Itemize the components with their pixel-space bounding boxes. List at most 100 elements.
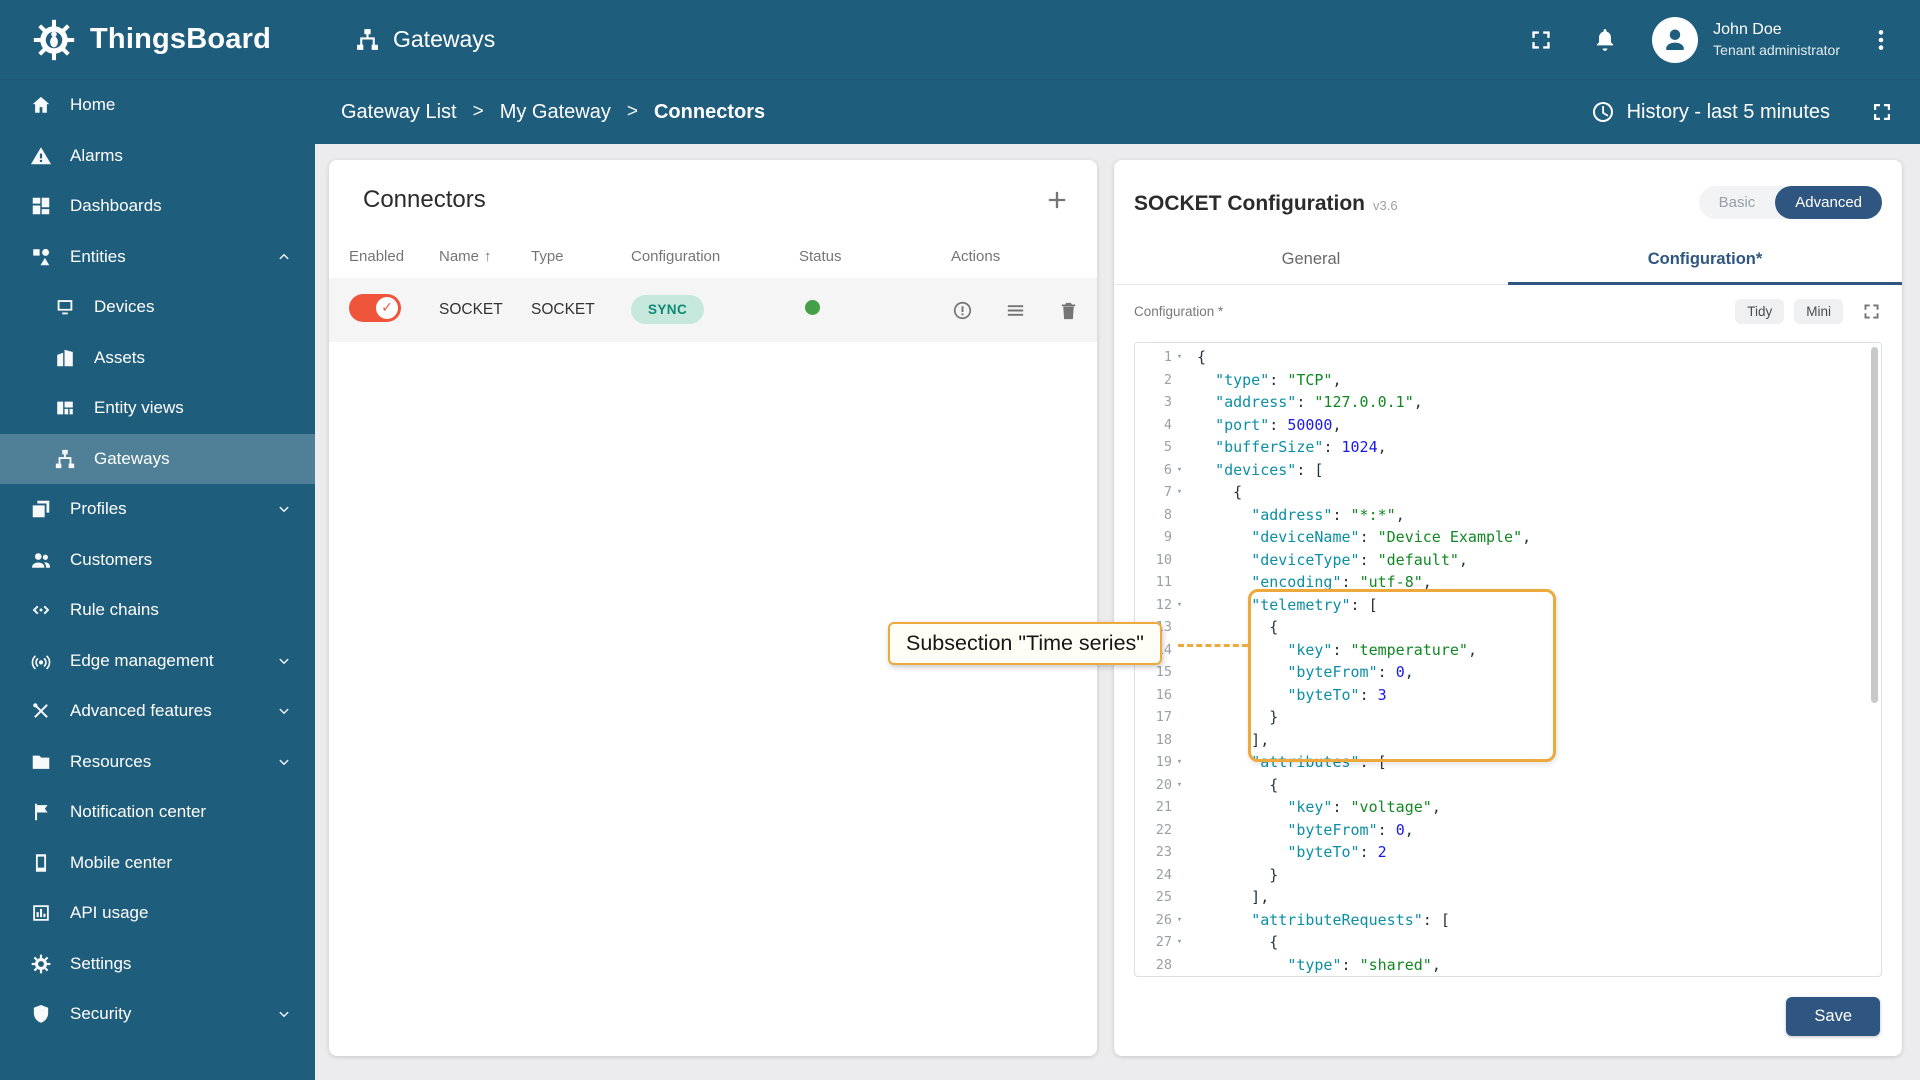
entities-icon [30, 246, 52, 268]
sidebar-item-rule-chains[interactable]: Rule chains [0, 585, 315, 636]
line-number: 26 ▾ [1135, 909, 1187, 932]
config-card-header: SOCKET Configuration v3.6 Basic Advanced [1114, 160, 1902, 224]
breadcrumb-separator: > [472, 101, 484, 122]
line-number: 2 [1163, 371, 1172, 388]
code-line-26: 26 ▾ "attributeRequests": [ [1135, 909, 1881, 932]
tab-general[interactable]: General [1114, 234, 1508, 284]
sidebar-item-entity-views[interactable]: Entity views [0, 383, 315, 434]
sidebar-item-gateways[interactable]: Gateways [0, 433, 315, 484]
code-line-2: 2 "type": "TCP", [1135, 369, 1881, 392]
tab-configuration[interactable]: Configuration* [1508, 234, 1902, 285]
connector-errors-icon[interactable] [951, 299, 974, 322]
code-line-14: 14 "key": "temperature", [1135, 639, 1881, 662]
dashboard-fullscreen-button[interactable] [1870, 100, 1894, 124]
config-tabs: General Configuration* [1114, 234, 1902, 285]
mini-button[interactable]: Mini [1794, 299, 1843, 324]
sidebar-item-mobile-center[interactable]: Mobile center [0, 838, 315, 889]
alarms-icon [30, 145, 52, 167]
sidebar-item-devices[interactable]: Devices [0, 282, 315, 333]
fold-icon[interactable]: ▾ [1172, 931, 1187, 954]
fold-icon[interactable]: ▾ [1172, 459, 1187, 482]
check-icon: ✓ [376, 296, 398, 319]
sidebar-item-api-usage[interactable]: API usage [0, 888, 315, 939]
line-number: 5 [1163, 439, 1172, 455]
column-enabled: Enabled [349, 247, 405, 265]
editor-scrollbar[interactable] [1871, 347, 1878, 703]
kebab-menu-button[interactable] [1868, 27, 1894, 53]
fold-icon[interactable]: ▾ [1172, 346, 1187, 369]
sidebar-item-label: Home [70, 95, 116, 115]
mode-advanced-button[interactable]: Advanced [1775, 186, 1882, 219]
home-icon [30, 94, 52, 116]
topbar: ThingsBoard Gateways John Doe Tenant adm… [0, 0, 1920, 80]
line-number: 11 [1155, 574, 1172, 590]
code-line-15: 15 "byteFrom": 0, [1135, 661, 1881, 684]
fold-icon[interactable]: ▾ [1172, 481, 1187, 504]
sync-configuration-chip[interactable]: SYNC [631, 295, 705, 324]
settings-icon [30, 953, 52, 975]
sidebar-item-label: Settings [70, 953, 132, 973]
delete-connector-icon[interactable] [1057, 299, 1080, 322]
connector-enabled-toggle[interactable]: ✓ [349, 293, 401, 322]
connector-logs-icon[interactable] [1004, 299, 1027, 322]
notifications-bell-button[interactable] [1592, 27, 1618, 53]
sort-asc-icon[interactable]: ↑ [484, 248, 492, 265]
sidebar-item-label: Entity views [94, 398, 184, 418]
sidebar-item-label: Dashboards [70, 196, 162, 216]
sidebar-item-settings[interactable]: Settings [0, 939, 315, 990]
line-number: 21 [1155, 799, 1172, 815]
sidebar-item-label: Entities [70, 246, 126, 266]
editor-fullscreen-icon[interactable] [1861, 301, 1882, 322]
sidebar-item-edge-management[interactable]: Edge management [0, 636, 315, 687]
code-line-10: 10 "deviceType": "default", [1135, 549, 1881, 572]
avatar[interactable] [1652, 16, 1699, 63]
logo[interactable]: ThingsBoard [0, 18, 315, 62]
thingsboard-app: ThingsBoard Gateways John Doe Tenant adm… [0, 0, 1920, 1080]
line-number: 7 ▾ [1135, 481, 1187, 504]
sidebar-item-home[interactable]: Home [0, 80, 315, 131]
breadcrumb-item-gateway-list[interactable]: Gateway List [341, 101, 457, 124]
line-number: 4 [1163, 416, 1172, 433]
add-connector-button[interactable] [1043, 186, 1071, 214]
chevron-down-icon [275, 1005, 293, 1023]
sidebar-item-profiles[interactable]: Profiles [0, 484, 315, 535]
breadcrumb-bar: Gateway List > My Gateway > Connectors H… [315, 80, 1920, 144]
fold-icon[interactable]: ▾ [1172, 774, 1187, 797]
save-button[interactable]: Save [1786, 997, 1880, 1036]
sidebar-item-security[interactable]: Security [0, 989, 315, 1040]
line-number: 16 [1155, 686, 1172, 703]
sidebar-item-entities[interactable]: Entities [0, 232, 315, 283]
mode-basic-button[interactable]: Basic [1699, 186, 1776, 219]
column-name[interactable]: Name [439, 248, 479, 265]
fold-icon[interactable]: ▾ [1172, 594, 1187, 617]
json-editor[interactable]: 1 ▾{2 "type": "TCP", 3 "address": "127.0.0… [1134, 342, 1882, 977]
sidebar-item-dashboards[interactable]: Dashboards [0, 181, 315, 232]
connector-row[interactable]: ✓ SOCKET SOCKET SYNC [329, 278, 1097, 342]
annotation-connector-line [1178, 644, 1248, 647]
fold-icon[interactable]: ▾ [1172, 751, 1187, 774]
sidebar-item-assets[interactable]: Assets [0, 333, 315, 384]
sidebar-item-resources[interactable]: Resources [0, 737, 315, 788]
code-line-21: 21 "key": "voltage", [1135, 796, 1881, 819]
sidebar-item-notification-center[interactable]: Notification center [0, 787, 315, 838]
sidebar-item-alarms[interactable]: Alarms [0, 131, 315, 182]
connector-name[interactable]: SOCKET [439, 301, 531, 319]
resources-icon [30, 751, 52, 773]
tidy-button[interactable]: Tidy [1735, 299, 1785, 324]
sidebar-item-advanced-features[interactable]: Advanced features [0, 686, 315, 737]
editor-toolbar: Tidy Mini [1735, 299, 1882, 324]
row-actions [951, 299, 1097, 322]
sidebar-item-label: Devices [94, 297, 155, 317]
line-number: 9 [1163, 529, 1172, 545]
user-info: John Doe Tenant administrator [1713, 20, 1840, 59]
breadcrumb-item-my-gateway[interactable]: My Gateway [500, 101, 611, 124]
sidebar-item-label: Security [70, 1004, 132, 1024]
advanced-icon [30, 700, 52, 722]
sidebar-item-customers[interactable]: Customers [0, 535, 315, 586]
breadcrumb-item-connectors: Connectors [653, 100, 766, 123]
socket-config-card: SOCKET Configuration v3.6 Basic Advanced … [1114, 160, 1902, 1056]
fullscreen-button[interactable] [1528, 27, 1554, 53]
history-control[interactable]: History - last 5 minutes [1591, 100, 1894, 124]
fold-icon[interactable]: ▾ [1172, 909, 1187, 932]
code-line-8: 8 "address": "*:*", [1135, 504, 1881, 527]
